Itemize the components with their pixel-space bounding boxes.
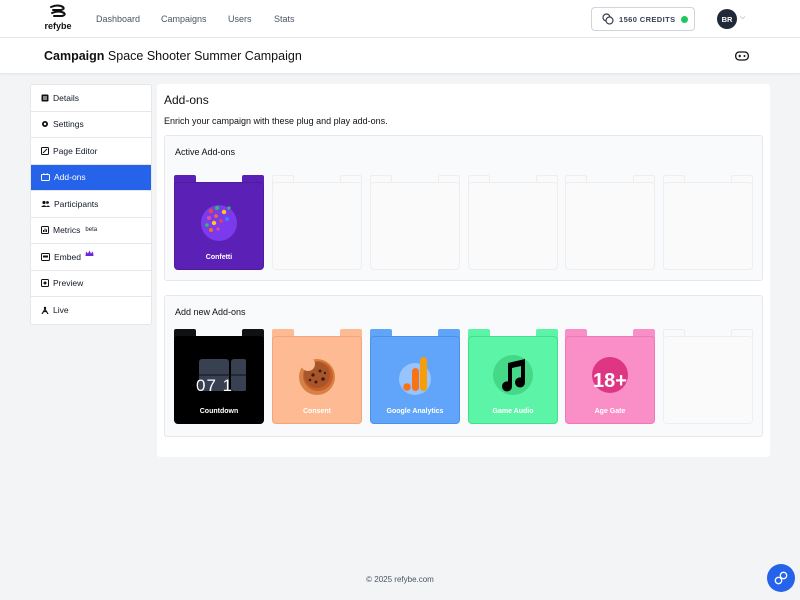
addon-label: Age Gate <box>594 408 626 415</box>
sidebar-item-add-ons[interactable]: Add-ons <box>31 164 151 191</box>
puzzle-icon <box>41 173 50 182</box>
addon-card-confetti[interactable]: Confetti <box>174 175 264 270</box>
preview-icon <box>41 279 49 288</box>
sidebar-item-preview[interactable]: Preview <box>31 271 151 297</box>
user-avatar[interactable]: BR <box>717 9 737 29</box>
sidebar-item-participants[interactable]: Participants <box>31 191 151 218</box>
active-addons-title: Active Add-ons <box>175 147 236 157</box>
beta-badge: beta <box>85 227 98 234</box>
sidebar-item-label: Metrics <box>53 225 81 236</box>
sidebar-item-live[interactable]: Live <box>31 297 151 324</box>
sidebar-item-label: Participants <box>54 198 99 209</box>
nav-stats[interactable]: Stats <box>274 14 295 24</box>
help-button[interactable] <box>767 564 795 592</box>
confetti-icon <box>201 205 237 241</box>
empty-addon-slot <box>565 175 655 270</box>
gamepad-icon[interactable] <box>735 51 749 61</box>
empty-addon-slot <box>272 175 362 270</box>
cookie-icon <box>299 357 335 395</box>
chat-support-icon <box>774 571 788 585</box>
nav-dashboard[interactable]: Dashboard <box>96 14 140 24</box>
sidebar-item-embed[interactable]: Embed <box>31 244 151 271</box>
sidebar-item-label: Page Editor <box>53 145 98 156</box>
sidebar-item-page-editor[interactable]: Page Editor <box>31 138 151 165</box>
credits-status-dot <box>680 15 688 23</box>
sidebar-item-metrics[interactable]: Metrics beta <box>31 218 151 244</box>
addon-card-countdown[interactable]: 07 1 Countdown <box>174 329 264 424</box>
live-icon <box>41 307 49 315</box>
addon-card-consent[interactable]: Consent <box>272 329 362 424</box>
addon-card-age-gate[interactable]: 18+ Age Gate <box>565 329 655 424</box>
details-icon <box>41 94 49 102</box>
active-addons-section: Active Add-ons Confetti <box>164 135 763 281</box>
sidebar-item-label: Add-ons <box>54 172 86 183</box>
empty-addon-slot <box>468 175 558 270</box>
countdown-digits: 07 1 <box>196 376 234 395</box>
sidebar-item-settings[interactable]: Settings <box>31 112 151 138</box>
addon-card-game-audio[interactable]: Game Audio <box>468 329 558 424</box>
addon-label: Game Audio <box>492 408 534 415</box>
sidebar-item-label: Live <box>53 305 69 316</box>
footer-text: © 2025 refybe.com <box>366 575 434 584</box>
addons-panel: Add-ons Enrich your campaign with these … <box>157 84 770 457</box>
addon-label: Countdown <box>199 408 239 415</box>
nav-campaigns[interactable]: Campaigns <box>161 14 207 24</box>
brand-logo[interactable]: refybe <box>44 4 72 31</box>
chevron-down-icon[interactable]: ⌵ <box>740 14 745 22</box>
new-addons-title: Add new Add-ons <box>175 307 246 317</box>
addon-card-google-analytics[interactable]: Google Analytics <box>370 329 460 424</box>
addons-heading: Add-ons <box>164 93 209 107</box>
chart-icon <box>41 226 49 235</box>
age-18-badge: 18+ <box>593 370 627 392</box>
top-navbar: refybe Dashboard Campaigns Users Stats 1… <box>0 0 800 38</box>
empty-addon-slot <box>370 175 460 270</box>
addon-label: Confetti <box>205 254 233 261</box>
sidebar-item-details[interactable]: Details <box>31 85 151 112</box>
credits-button[interactable]: 1560 CREDITS <box>591 7 695 31</box>
music-note-icon <box>493 355 533 395</box>
sidebar-item-label: Details <box>53 92 79 103</box>
coins-icon <box>602 13 614 25</box>
empty-addon-slot <box>663 175 753 270</box>
edit-icon <box>41 146 49 155</box>
sidebar-item-label: Preview <box>53 278 84 289</box>
sidebar-item-label: Embed <box>54 251 81 262</box>
embed-icon <box>41 252 50 261</box>
addon-label: Consent <box>303 408 331 415</box>
credits-label: 1560 CREDITS <box>619 14 676 24</box>
page-title: Campaign Space Shooter Summer Campaign <box>44 49 302 63</box>
campaign-header: Campaign Space Shooter Summer Campaign <box>0 38 800 74</box>
empty-addon-slot <box>663 329 753 424</box>
analytics-icon <box>399 357 431 395</box>
sidebar-item-label: Settings <box>53 119 84 130</box>
campaign-name: Space Shooter Summer Campaign <box>107 49 302 63</box>
campaign-sidebar: Details Settings Page Editor Add-ons Par… <box>30 84 152 325</box>
brand-name: refybe <box>44 21 72 31</box>
gear-icon <box>42 121 48 128</box>
addon-label: Google Analytics <box>386 408 444 415</box>
nav-users[interactable]: Users <box>228 14 252 24</box>
refybe-logo-icon <box>50 4 66 17</box>
campaign-prefix: Campaign <box>44 49 105 63</box>
addons-description: Enrich your campaign with these plug and… <box>164 116 388 126</box>
crown-icon <box>85 250 94 257</box>
users-icon <box>41 200 50 207</box>
new-addons-section: Add new Add-ons 07 1 Countdown Consent G… <box>164 295 763 437</box>
